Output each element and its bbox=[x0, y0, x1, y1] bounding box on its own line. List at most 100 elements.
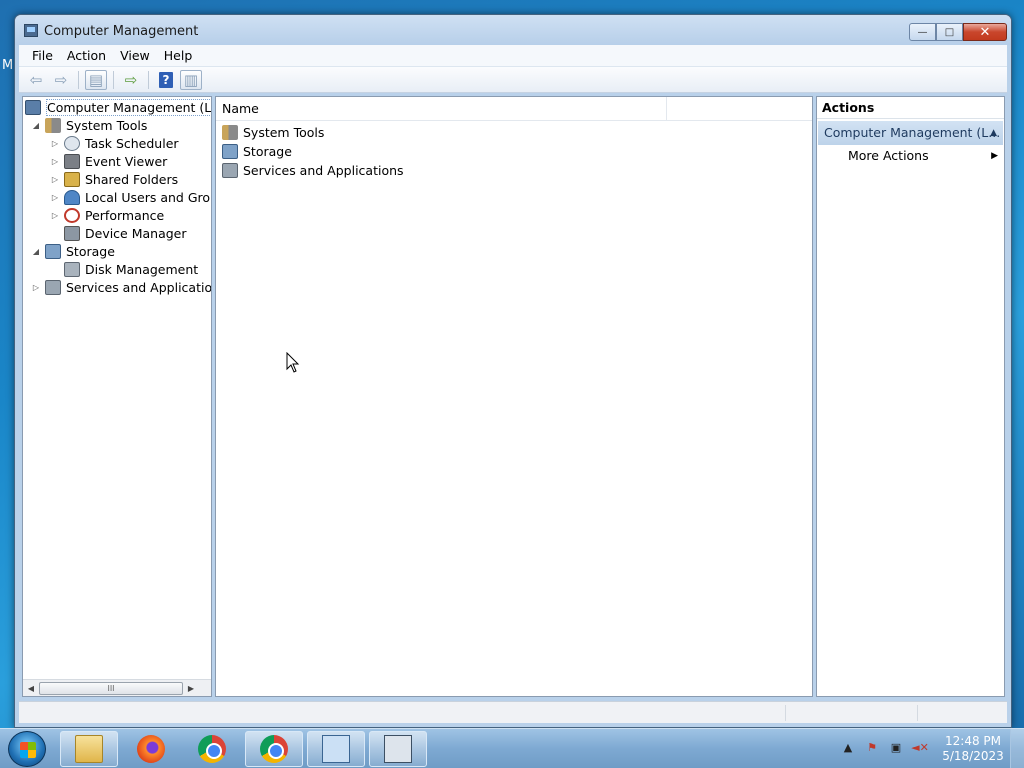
back-arrow-icon[interactable]: ⇦ bbox=[25, 70, 47, 90]
show-desktop-button[interactable] bbox=[1010, 729, 1024, 768]
close-button[interactable]: ✕ bbox=[963, 23, 1007, 41]
collapse-arrow-icon[interactable]: ◢ bbox=[31, 247, 41, 256]
toolbar-separator bbox=[78, 70, 79, 89]
toolbar-separator bbox=[113, 70, 114, 89]
expand-arrow-icon[interactable]: ▷ bbox=[50, 139, 60, 148]
computer-management-icon bbox=[24, 24, 38, 37]
device-manager-icon bbox=[64, 225, 80, 241]
computer-management-window: Computer Management — □ ✕ File Action Vi… bbox=[14, 14, 1012, 728]
computer-management-icon bbox=[384, 735, 412, 763]
taskbar-control-panel[interactable] bbox=[307, 731, 365, 767]
tree-label: Services and Applications bbox=[66, 279, 212, 295]
list-item[interactable]: Services and Applications bbox=[222, 161, 404, 179]
action-center-icon[interactable]: ⚑ bbox=[863, 741, 881, 757]
tree-label: System Tools bbox=[66, 117, 148, 133]
menu-help[interactable]: Help bbox=[157, 48, 200, 63]
list-item-label: System Tools bbox=[243, 124, 325, 140]
maximize-button[interactable]: □ bbox=[936, 23, 963, 41]
tree-item-local-users[interactable]: ▷ Local Users and Groups bbox=[50, 188, 211, 206]
horizontal-scrollbar[interactable]: ◀ III ▶ bbox=[23, 679, 211, 696]
tree-label: Local Users and Groups bbox=[85, 189, 211, 205]
storage-icon bbox=[222, 143, 238, 159]
help-button[interactable]: ? bbox=[155, 70, 177, 90]
clock-date: 5/18/2023 bbox=[942, 749, 1004, 763]
status-segment bbox=[917, 705, 918, 721]
show-hidden-icons-icon[interactable]: ▲ bbox=[839, 741, 857, 757]
tree-item-event-viewer[interactable]: ▷ Event Viewer bbox=[50, 152, 167, 170]
scrollbar-thumb[interactable]: III bbox=[39, 681, 183, 695]
network-icon[interactable]: ▣ bbox=[887, 741, 905, 757]
list-item[interactable]: Storage bbox=[222, 142, 292, 160]
actions-group-header[interactable]: Computer Management (L... ▲ bbox=[818, 121, 1003, 145]
services-icon bbox=[45, 279, 61, 295]
clock[interactable]: 12:48 PM 5/18/2023 bbox=[936, 734, 1010, 764]
tree-item-task-scheduler[interactable]: ▷ Task Scheduler bbox=[50, 134, 179, 152]
tree-item-services-applications[interactable]: ▷ Services and Applications bbox=[31, 278, 212, 296]
actions-title: Actions bbox=[817, 97, 1004, 119]
volume-muted-icon[interactable]: ◄✕ bbox=[911, 741, 929, 757]
taskbar-computer-management[interactable] bbox=[369, 731, 427, 767]
menu-bar: File Action View Help bbox=[19, 45, 1007, 67]
tree-label: Disk Management bbox=[85, 261, 199, 277]
forward-arrow-icon[interactable]: ⇨ bbox=[50, 70, 72, 90]
tree-item-device-manager[interactable]: Device Manager bbox=[64, 224, 187, 242]
collapse-up-icon[interactable]: ▲ bbox=[990, 121, 997, 145]
computer-icon bbox=[25, 99, 41, 115]
tree-label: Shared Folders bbox=[85, 171, 179, 187]
show-hide-action-pane-icon[interactable]: ▥ bbox=[180, 69, 202, 90]
event-viewer-icon bbox=[64, 153, 80, 169]
clock-icon bbox=[64, 135, 80, 151]
more-actions-label: More Actions bbox=[848, 148, 929, 163]
taskbar-firefox[interactable] bbox=[122, 731, 180, 767]
users-icon bbox=[64, 189, 80, 205]
folder-icon bbox=[75, 735, 103, 763]
caption-buttons: — □ ✕ bbox=[909, 23, 1007, 41]
tree-item-disk-management[interactable]: Disk Management bbox=[64, 260, 198, 278]
menu-action[interactable]: Action bbox=[60, 48, 113, 63]
tree-item-shared-folders[interactable]: ▷ Shared Folders bbox=[50, 170, 178, 188]
chrome-icon bbox=[198, 735, 226, 763]
column-name-header[interactable]: Name bbox=[216, 97, 667, 120]
menu-view[interactable]: View bbox=[113, 48, 157, 63]
menu-file[interactable]: File bbox=[25, 48, 60, 63]
control-panel-icon bbox=[322, 735, 350, 763]
help-icon: ? bbox=[159, 71, 173, 88]
windows-logo-icon bbox=[20, 742, 36, 758]
taskbar-chrome-2[interactable] bbox=[245, 731, 303, 767]
actions-pane: Actions Computer Management (L... ▲ More… bbox=[816, 96, 1005, 697]
toolbar: ⇦ ⇨ ▤ ⇨ ? ▥ bbox=[19, 67, 1007, 93]
tree-label: Device Manager bbox=[85, 225, 187, 241]
tools-icon bbox=[45, 117, 61, 133]
expand-arrow-icon[interactable]: ▷ bbox=[50, 193, 60, 202]
toolbar-separator bbox=[148, 70, 149, 89]
show-hide-console-tree-icon[interactable]: ▤ bbox=[85, 69, 107, 90]
shared-folder-icon bbox=[64, 171, 80, 187]
tree-item-performance[interactable]: ▷ Performance bbox=[50, 206, 164, 224]
export-list-icon[interactable]: ⇨ bbox=[120, 70, 142, 90]
tree-item-storage[interactable]: ◢ Storage bbox=[31, 242, 115, 260]
window-title: Computer Management bbox=[44, 24, 199, 39]
tree-label: Computer Management (Local bbox=[46, 98, 211, 116]
expand-arrow-icon[interactable]: ▷ bbox=[50, 211, 60, 220]
more-actions-item[interactable]: More Actions ▶ bbox=[848, 147, 998, 165]
minimize-button[interactable]: — bbox=[909, 23, 936, 41]
list-item[interactable]: System Tools bbox=[222, 123, 324, 141]
tree-label: Event Viewer bbox=[85, 153, 168, 169]
title-bar[interactable]: Computer Management — □ ✕ bbox=[15, 15, 1011, 45]
desktop-text: M bbox=[2, 58, 14, 73]
scroll-left-icon[interactable]: ◀ bbox=[23, 684, 39, 693]
expand-arrow-icon[interactable]: ▷ bbox=[50, 175, 60, 184]
list-item-label: Services and Applications bbox=[243, 162, 404, 178]
scroll-right-icon[interactable]: ▶ bbox=[183, 684, 199, 693]
taskbar-explorer[interactable] bbox=[60, 731, 118, 767]
expand-arrow-icon[interactable]: ▷ bbox=[50, 157, 60, 166]
expand-arrow-icon[interactable]: ▷ bbox=[31, 283, 41, 292]
clock-time: 12:48 PM bbox=[945, 734, 1001, 748]
tree-item-computer-management[interactable]: Computer Management (Local bbox=[25, 98, 211, 116]
tree-item-system-tools[interactable]: ◢ System Tools bbox=[31, 116, 147, 134]
taskbar-chrome[interactable] bbox=[183, 731, 241, 767]
start-button[interactable] bbox=[8, 731, 46, 767]
storage-icon bbox=[45, 243, 61, 259]
collapse-arrow-icon[interactable]: ◢ bbox=[31, 121, 41, 130]
submenu-arrow-icon: ▶ bbox=[991, 151, 998, 161]
